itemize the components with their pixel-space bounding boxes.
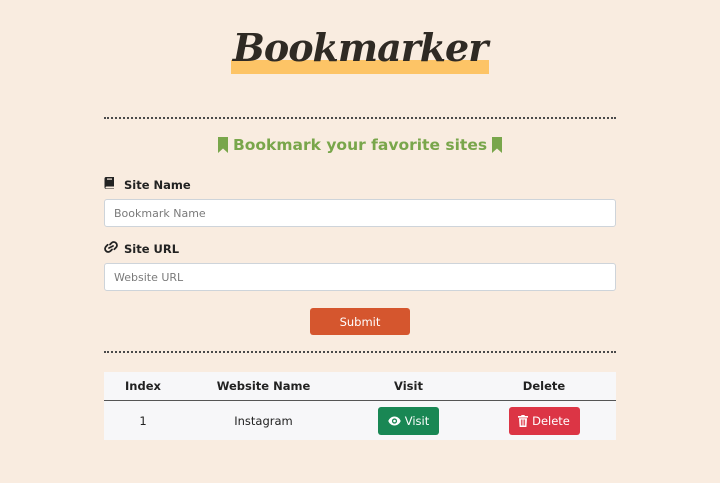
visit-button-label: Visit bbox=[404, 413, 430, 428]
site-url-label: Site URL bbox=[104, 241, 179, 256]
site-name-label-text: Site Name bbox=[124, 177, 191, 192]
bookmark-icon bbox=[492, 137, 503, 153]
top-divider bbox=[104, 117, 616, 119]
page: Bookmarker Bookmark your favorite sites … bbox=[0, 0, 720, 483]
trash-icon bbox=[518, 414, 529, 427]
header-delete: Delete bbox=[472, 372, 616, 401]
row-website-name: Instagram bbox=[182, 400, 345, 440]
eye-icon bbox=[388, 416, 401, 425]
header-index: Index bbox=[104, 372, 182, 401]
bookmark-icon bbox=[217, 137, 228, 153]
site-url-input[interactable] bbox=[104, 263, 616, 291]
tagline-text: Bookmark your favorite sites bbox=[232, 136, 488, 154]
row-delete-cell: Delete bbox=[472, 400, 616, 440]
submit-button[interactable]: Submit bbox=[310, 308, 410, 335]
tagline: Bookmark your favorite sites bbox=[0, 136, 720, 154]
delete-button[interactable]: Delete bbox=[508, 406, 580, 435]
site-name-label: Site Name bbox=[104, 177, 191, 192]
delete-button-label: Delete bbox=[532, 413, 570, 428]
header: Bookmarker bbox=[0, 22, 720, 74]
visit-button[interactable]: Visit bbox=[378, 406, 439, 435]
site-url-label-text: Site URL bbox=[124, 241, 180, 256]
header-website-name: Website Name bbox=[182, 372, 345, 401]
link-icon bbox=[104, 241, 120, 256]
row-visit-cell: Visit bbox=[345, 400, 472, 440]
header-visit: Visit bbox=[345, 372, 472, 401]
table-row: 1 Instagram Visit Delete bbox=[104, 400, 616, 440]
bookmarks-table: Index Website Name Visit Delete 1 Instag… bbox=[104, 372, 616, 440]
book-icon bbox=[104, 177, 120, 192]
bottom-divider bbox=[104, 351, 616, 353]
app-logo: Bookmarker bbox=[230, 22, 490, 74]
row-index: 1 bbox=[104, 400, 182, 440]
table-header-row: Index Website Name Visit Delete bbox=[104, 372, 616, 401]
site-name-input[interactable] bbox=[104, 199, 616, 227]
logo-text: Bookmarker bbox=[232, 25, 489, 70]
